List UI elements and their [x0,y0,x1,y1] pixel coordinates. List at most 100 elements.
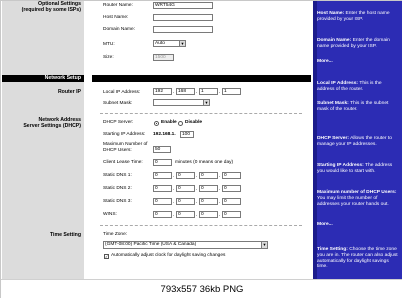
separator-column [84,1,92,279]
ip-dot: . [219,212,221,218]
domain-name-input[interactable] [153,26,213,33]
dhcp-section-text: Network Address Server Settings (DHCP) [23,117,81,129]
wins-octet-2[interactable]: 0 [176,211,195,218]
starting-ip-last-octet[interactable]: 100 [180,131,194,138]
ip-dot: . [219,199,221,205]
router-ip-label: Router IP [57,89,81,95]
help-max-dhcp-title: Maximum number of DHCP Users: [317,190,397,195]
dns2-octet-3[interactable]: 0 [199,185,218,192]
dhcp-enable-label: Enable [161,120,177,125]
ip-dot: . [173,173,175,179]
dhcp-disable-label: Disable [185,120,203,125]
dhcp-disable-radio[interactable] [178,121,183,126]
local-ip-octet-2[interactable]: 168 [176,88,195,95]
time-zone-select[interactable]: (GMT-08:00) Pacific Time (USA & Canada) … [103,241,268,249]
dns3-octet-3[interactable]: 0 [199,198,218,205]
dns2-octet-4[interactable]: 0 [222,185,241,192]
section-divider [100,225,302,226]
help-panel: Host Name: Enter the host name provided … [313,1,402,279]
optional-settings-label: Optional Settings (required by some ISPs… [22,1,81,13]
dns3-octet-2[interactable]: 0 [176,198,195,205]
ip-dot: . [196,186,198,192]
ip-dot: . [196,199,198,205]
ip-dot: . [219,186,221,192]
time-setting-label: Time Setting [49,232,81,238]
max-dhcp-users-input[interactable]: 50 [153,146,171,153]
dns1-octet-1[interactable]: 0 [153,172,172,179]
help-max-dhcp: Maximum number of DHCP Users: You may li… [317,190,399,207]
help-subnet-mask-title: Subnet Mask: [317,101,349,106]
section-divider [100,113,302,114]
router-name-label: Router Name: [103,3,133,8]
chevron-down-icon: ▼ [179,41,185,46]
wins-label: WINS: [103,212,117,217]
size-label: Size: [103,55,114,60]
wins-octet-3[interactable]: 0 [199,211,218,218]
help-more-link-2[interactable]: More... [317,222,333,227]
local-ip-label: Local IP Address: [103,90,141,95]
domain-name-label: Domain Name: [103,27,135,32]
help-starting-ip-title: Starting IP Address: [317,163,364,168]
dns2-octet-2[interactable]: 0 [176,185,195,192]
ip-dot: . [173,212,175,218]
optional-settings-text: Optional Settings (required by some ISPs… [21,1,81,13]
dhcp-server-label: DHCP Server: [103,120,134,125]
image-caption: 793x557 36kb PNG [160,284,244,295]
host-name-input[interactable] [153,14,213,21]
help-starting-ip: Starting IP Address: The address you wou… [317,163,399,175]
router-name-input[interactable]: WRT54G [153,2,213,9]
help-more-link-1[interactable]: More... [317,59,333,64]
dns1-octet-3[interactable]: 0 [199,172,218,179]
mtu-size-input[interactable]: 1500 [153,54,174,61]
ip-dot: . [219,89,221,95]
dns3-octet-1[interactable]: 0 [153,198,172,205]
auto-dst-label: Automatically adjust clock for daylight … [111,253,226,258]
local-ip-octet-3[interactable]: 1 [199,88,218,95]
dns3-octet-4[interactable]: 0 [222,198,241,205]
static-dns-1-label: Static DNS 1: [103,173,132,178]
static-dns-2-label: Static DNS 2: [103,186,132,191]
wins-octet-1[interactable]: 0 [153,211,172,218]
help-time-setting-title: Time Setting: [317,247,348,252]
ip-dot: . [173,199,175,205]
local-ip-octet-1[interactable]: 192 [153,88,172,95]
help-domain-name-title: Domain Name: [317,38,352,43]
subnet-mask-label: Subnet Mask: [103,101,133,106]
auto-dst-checkbox[interactable]: ✓ [104,254,109,259]
local-ip-octet-4[interactable]: 1 [222,88,241,95]
client-lease-time-input[interactable]: 0 [153,159,172,166]
dns2-octet-1[interactable]: 0 [153,185,172,192]
help-host-name: Host Name: Enter the host name provided … [317,11,399,23]
starting-ip-label: Starting IP Address: [103,132,146,137]
mtu-select[interactable]: Auto ▼ [153,40,186,47]
ip-dot: . [196,212,198,218]
help-dhcp-server: DHCP Server: Allows the router to manage… [317,136,399,148]
help-time-setting: Time Setting: Choose the time zone you a… [317,247,399,270]
section-label-column: Optional Settings (required by some ISPs… [2,1,84,279]
dns1-octet-4[interactable]: 0 [222,172,241,179]
host-name-label: Host Name: [103,15,129,20]
ip-dot: . [173,89,175,95]
max-dhcp-users-label: Maximum Number of DHCP Users: [103,142,148,153]
starting-ip-prefix: 192.168.1. [153,132,176,137]
help-dhcp-server-title: DHCP Server: [317,136,349,141]
wins-octet-4[interactable]: 0 [222,211,241,218]
network-setup-band [92,75,311,82]
help-local-ip: Local IP Address: This is the address of… [317,81,399,93]
settings-form: Router Name: WRT54G Host Name: Domain Na… [92,1,311,279]
help-local-ip-title: Local IP Address: [317,81,359,86]
dns1-octet-2[interactable]: 0 [176,172,195,179]
help-max-dhcp-text: You may limit the number of addresses yo… [317,195,389,207]
client-lease-time-label: Client Lease Time: [103,160,143,165]
time-zone-value: (GMT-08:00) Pacific Time (USA & Canada) [105,242,197,247]
dhcp-enable-radio[interactable] [154,121,159,126]
lease-time-hint: minutes (0 means one day) [175,160,234,165]
mtu-label: MTU: [103,42,115,47]
network-setup-header: Network Setup [2,75,84,82]
ip-dot: . [173,186,175,192]
static-dns-3-label: Static DNS 3: [103,199,132,204]
ip-dot: . [219,173,221,179]
ip-dot: . [196,173,198,179]
image-caption-bar: 793x557 36kb PNG [1,279,402,298]
subnet-mask-select[interactable]: ▼ [153,99,210,106]
